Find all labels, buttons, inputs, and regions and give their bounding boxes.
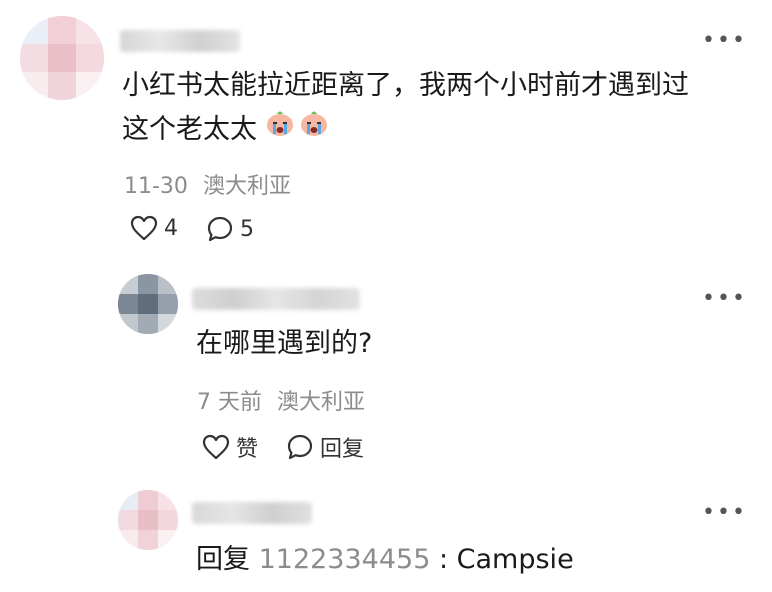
comment-line-2-text: 这个老太太 xyxy=(122,114,257,145)
more-horizontal-icon[interactable]: ••• xyxy=(702,502,747,524)
comment-bubble-icon xyxy=(206,215,234,243)
avatar[interactable] xyxy=(20,16,104,100)
reply-text: 回复 1122334455 : Campsie xyxy=(196,538,574,582)
reply-count: 5 xyxy=(240,216,254,242)
like-label: 赞 xyxy=(236,437,259,462)
comment-location: 澳大利亚 xyxy=(202,174,291,199)
comment-text: 小红书太能拉近距离了，我两个小时前才遇到过 这个老太太 xyxy=(122,64,742,152)
reply-label: 回复 xyxy=(320,437,365,462)
reply-body: Campsie xyxy=(456,544,574,575)
reply-location: 澳大利亚 xyxy=(277,390,366,415)
reply-date: 7 天前 xyxy=(197,390,262,415)
reply-target-user[interactable]: 1122334455 xyxy=(259,544,431,575)
comment-date: 11-30 xyxy=(124,174,188,199)
crying-face-emoji xyxy=(265,108,295,152)
comment-meta: 11-30 澳大利亚 xyxy=(124,168,291,200)
like-button[interactable]: 赞 xyxy=(202,431,258,463)
username[interactable] xyxy=(120,30,240,52)
comment-bubble-icon xyxy=(286,433,314,461)
reply-text: 在哪里遇到的? xyxy=(196,328,373,359)
reply-button[interactable]: 回复 xyxy=(286,431,364,463)
heart-icon xyxy=(202,434,230,460)
reply-separator: : xyxy=(430,544,457,575)
more-horizontal-icon[interactable]: ••• xyxy=(702,30,747,52)
more-horizontal-icon[interactable]: ••• xyxy=(702,288,747,310)
username[interactable] xyxy=(192,288,360,310)
username[interactable] xyxy=(192,502,312,524)
heart-icon xyxy=(130,215,158,241)
comment-line-2: 这个老太太 xyxy=(122,108,742,152)
avatar[interactable] xyxy=(118,490,178,550)
like-button[interactable]: 4 xyxy=(130,215,178,241)
crying-face-emoji xyxy=(299,108,329,152)
reply-prefix: 回复 xyxy=(196,544,250,575)
reply-meta: 7 天前 澳大利亚 xyxy=(197,384,365,416)
avatar[interactable] xyxy=(118,274,178,334)
comment-line-1: 小红书太能拉近距离了，我两个小时前才遇到过 xyxy=(122,70,689,101)
like-count: 4 xyxy=(164,215,178,241)
reply-button[interactable]: 5 xyxy=(206,215,254,243)
